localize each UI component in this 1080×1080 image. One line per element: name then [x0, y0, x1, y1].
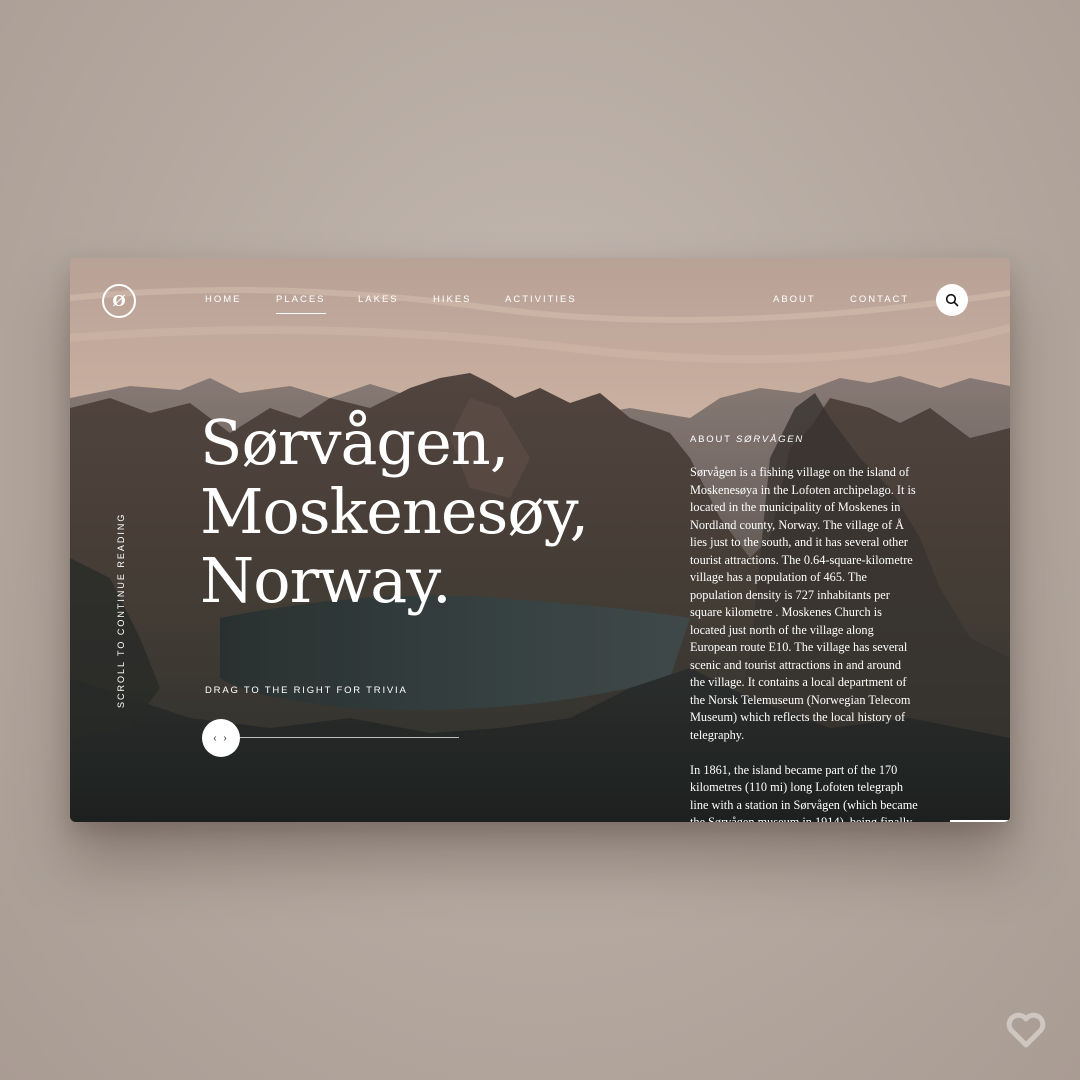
drag-label: DRAG TO THE RIGHT FOR TRIVIA [205, 685, 408, 696]
about-heading-place: SØRVÅGEN [736, 434, 805, 445]
nav-hikes[interactable]: HIKES [433, 294, 472, 305]
headline-line-1: Sørvågen, [200, 406, 509, 479]
about-heading: ABOUT SØRVÅGEN [690, 434, 804, 445]
heart-icon [1006, 1012, 1046, 1048]
arrows-icon: ‹ › [213, 732, 229, 744]
logo[interactable]: Ø [102, 284, 136, 318]
scroll-indicator [950, 820, 1010, 822]
search-icon [945, 293, 959, 307]
about-heading-prefix: ABOUT [690, 434, 736, 445]
headline-line-2: Moskenesøy, [200, 475, 589, 548]
hero-card: Ø HOME PLACES LAKES HIKES ACTIVITIES ABO… [70, 258, 1010, 822]
trivia-slider-handle[interactable]: ‹ › [202, 719, 240, 757]
about-text: Sørvågen is a fishing village on the isl… [690, 464, 918, 822]
nav-about[interactable]: ABOUT [773, 294, 816, 305]
nav-home[interactable]: HOME [205, 294, 242, 305]
nav-places[interactable]: PLACES [276, 294, 326, 314]
headline-line-3: Norway. [200, 544, 452, 617]
about-paragraph: Sørvågen is a fishing village on the isl… [690, 465, 916, 742]
page-title: Sørvågen, Moskenesøy, Norway. [200, 408, 640, 615]
nav-activities[interactable]: ACTIVITIES [505, 294, 577, 305]
top-nav: Ø HOME PLACES LAKES HIKES ACTIVITIES ABO… [70, 258, 1010, 342]
nav-lakes[interactable]: LAKES [358, 294, 399, 305]
nav-contact[interactable]: CONTACT [850, 294, 909, 305]
scroll-hint: SCROLL TO CONTINUE READING [116, 512, 126, 708]
about-paragraph: In 1861, the island became part of the 1… [690, 762, 918, 823]
trivia-slider-track[interactable] [240, 737, 459, 738]
search-button[interactable] [936, 284, 968, 316]
